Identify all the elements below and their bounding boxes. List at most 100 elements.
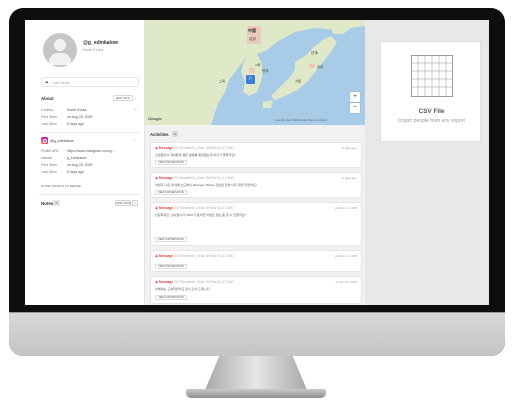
instagram-name: @g_edinkalow <box>50 138 74 143</box>
map-canvas: 中国 北京 한국 日本 서울 東京 上海 大阪 <box>145 20 365 125</box>
divider <box>39 194 141 195</box>
instagram-key: First Seen <box>41 163 57 167</box>
map-zoom-out-button[interactable]: − <box>350 103 360 113</box>
instagram-row-last-seen: Last Seen 5 days ago <box>41 170 139 176</box>
csv-title: CSV File <box>418 108 445 115</box>
instagram-key: Handle <box>41 156 53 160</box>
activity-source: SG Showtime_Chat, SHOW Ep.1 CHAT <box>174 146 235 150</box>
csv-subtitle: Import people from any export <box>398 118 465 124</box>
activity-body: 새해에는 고생하셨어요 감사 인사 드립니다 <box>155 287 210 291</box>
about-value: on Aug 28, 2025 <box>67 115 93 119</box>
about-key: Country <box>41 108 54 112</box>
about-row-last-seen: Last Seen 5 days ago <box>41 122 139 128</box>
activity-source: SG Showtime_Chat, SHOW Ep.1 CHAT <box>174 280 235 284</box>
about-key: First Seen <box>41 115 57 119</box>
instagram-key: Last Seen <box>41 170 57 174</box>
instagram-header[interactable]: @g_edinkalow › <box>41 137 139 145</box>
activity-type: Message <box>158 206 174 210</box>
about-value: South Korea <box>67 108 87 112</box>
map-label: 서울 <box>255 62 261 67</box>
about-chevron-icon[interactable]: › <box>135 96 136 101</box>
map-pin-icon[interactable]: ⚐ <box>246 75 255 84</box>
map-zoom-in-button[interactable]: + <box>350 92 360 102</box>
map-label: 한국 <box>262 68 269 73</box>
add-note-button[interactable]: ADD NOTE <box>115 200 131 206</box>
avatar[interactable] <box>43 33 77 67</box>
monitor-stand <box>205 356 307 390</box>
activity-date: on Dec 14, 2025 <box>334 254 357 258</box>
monitor-base <box>186 389 326 398</box>
instagram-row-first-seen: First Seen on Aug 28, 2025 <box>41 163 139 169</box>
activity-type: Message <box>158 280 174 284</box>
find-link-label: FIND PEOPLE TO MERGE <box>44 184 81 188</box>
spreadsheet-icon <box>411 55 453 97</box>
monitor-chin <box>9 312 505 356</box>
activity-card: ◉ Message SG Showtime_Chat, SHOW Ep.1 CH… <box>150 250 362 272</box>
about-title: About <box>41 96 54 101</box>
tag-icon: ⚑ <box>45 80 49 85</box>
view-conversation-button[interactable]: VIEW CONVERSATION <box>155 264 187 269</box>
activity-source: SG Showtime_Chat, SHOW Ep.1 CHAT <box>174 206 235 210</box>
activity-body: 이번주 나온 새 에피소드에서 Stranger Things 관련된 장면 너… <box>155 183 257 187</box>
map-attribution: Keys Map data ©2025 Google Map Terms Rep… <box>275 119 328 122</box>
activity-type: Message <box>158 176 174 180</box>
activity-card: ◉ Message SG Showtime_Chat, SHOW Ep.1 CH… <box>150 172 362 198</box>
activity-title: ◉ Message SG Showtime_Chat, SHOW Ep.1 CH… <box>155 146 234 150</box>
view-conversation-button[interactable]: VIEW CONVERSATION <box>155 295 187 300</box>
csv-import-card[interactable]: CSV File Import people from any export <box>380 41 481 142</box>
about-key: Last Seen <box>41 122 57 126</box>
view-conversation-button[interactable]: VIEW CONVERSATION <box>155 190 187 195</box>
activity-source: SG Showtime_Chat, SHOW Ep.1 CHAT <box>174 254 235 258</box>
activities-count-badge: 6 <box>172 131 178 137</box>
profile-header: @g_edinkalow South Korea <box>43 33 138 69</box>
activity-card: ◉ Message SG Showtime_Chat, SHOW Ep.1 CH… <box>150 276 362 304</box>
about-row-country: Country South Korea ✎ <box>41 108 139 114</box>
activity-type: Message <box>158 254 174 258</box>
map-label: 北京 <box>249 36 257 41</box>
activity-date: 5 days ago <box>342 146 357 150</box>
about-row-first-seen: First Seen on Aug 28, 2025 <box>41 115 139 121</box>
chevron-down-icon: ˅ <box>134 201 136 205</box>
activity-type: Message <box>158 146 174 150</box>
screen: @g_edinkalow South Korea ⚑ Add labels Ab… <box>25 20 489 305</box>
instagram-row-handle: Handle g_edinkalow <box>41 156 139 162</box>
about-value: 5 days ago <box>67 122 85 126</box>
activity-title: ◉ Message SG Showtime_Chat, SHOW Ep.1 CH… <box>155 254 234 258</box>
instagram-row-url: Profile URL https://www.instagram.com/g.… <box>41 149 139 155</box>
instagram-chevron-icon[interactable]: › <box>134 137 135 142</box>
activities-title: Activities <box>150 132 169 137</box>
import-panel: CSV File Import people from any export <box>365 20 489 305</box>
profile-location: South Korea <box>83 48 103 52</box>
view-conversation-button[interactable]: VIEW CONVERSATION <box>155 160 187 165</box>
view-conversation-button[interactable]: VIEW CONVERSATION <box>155 237 187 242</box>
profile-sidebar: @g_edinkalow South Korea ⚑ Add labels Ab… <box>25 20 145 305</box>
profile-name: @g_edinkalow <box>83 40 118 46</box>
instagram-value: 5 days ago <box>67 170 85 174</box>
activity-date: on Dec 14, 2025 <box>334 206 357 210</box>
notes-count-badge: 0 <box>53 200 60 206</box>
activity-body: 안녕하세요. 감사합니다 SWV가 참석한 이벤트 정보 좀 알 수 있을까요? <box>155 213 247 217</box>
labels-placeholder: Add labels <box>53 80 70 85</box>
find-people-to-merge-link[interactable]: ⊕ FIND PEOPLE TO MERGE <box>41 184 81 188</box>
instagram-icon <box>41 137 48 144</box>
activity-title: ◉ Message SG Showtime_Chat, SHOW Ep.1 CH… <box>155 280 234 284</box>
instagram-key: Profile URL <box>41 149 59 153</box>
instagram-value[interactable]: https://www.instagram.com/g... <box>67 149 115 153</box>
activity-card: ◉ Message SG Showtime_Chat, SHOW Ep.1 CH… <box>150 142 362 168</box>
activity-title: ◉ Message SG Showtime_Chat, SHOW Ep.1 CH… <box>155 176 234 180</box>
activity-date: on Oct 22, 2025 <box>335 280 357 284</box>
add-note-dropdown[interactable]: ˅ <box>132 200 138 206</box>
labels-input[interactable]: ⚑ Add labels <box>41 77 139 87</box>
map-label: 中国 <box>248 27 256 33</box>
main-column: 中国 北京 한국 日本 서울 東京 上海 大阪 ⚐ + − Google Key… <box>145 20 365 305</box>
pencil-icon[interactable]: ✎ <box>134 108 137 112</box>
location-map[interactable]: 中国 北京 한국 日本 서울 東京 上海 大阪 ⚐ + − Google Key… <box>145 20 365 125</box>
divider <box>39 132 141 133</box>
notes-title: Notes <box>41 201 54 206</box>
monitor-bezel: @g_edinkalow South Korea ⚑ Add labels Ab… <box>9 8 505 356</box>
edit-info-button[interactable]: EDIT INFO <box>113 95 133 101</box>
google-logo: Google <box>148 116 162 121</box>
instagram-value: on Aug 28, 2025 <box>67 163 93 167</box>
activity-card: ◉ Message SG Showtime_Chat, SHOW Ep.1 CH… <box>150 202 362 246</box>
activity-body: 오랫동안의 계획끝에 결혼 날짜를 확정했는데 어디가 좋을까요? <box>155 153 236 157</box>
